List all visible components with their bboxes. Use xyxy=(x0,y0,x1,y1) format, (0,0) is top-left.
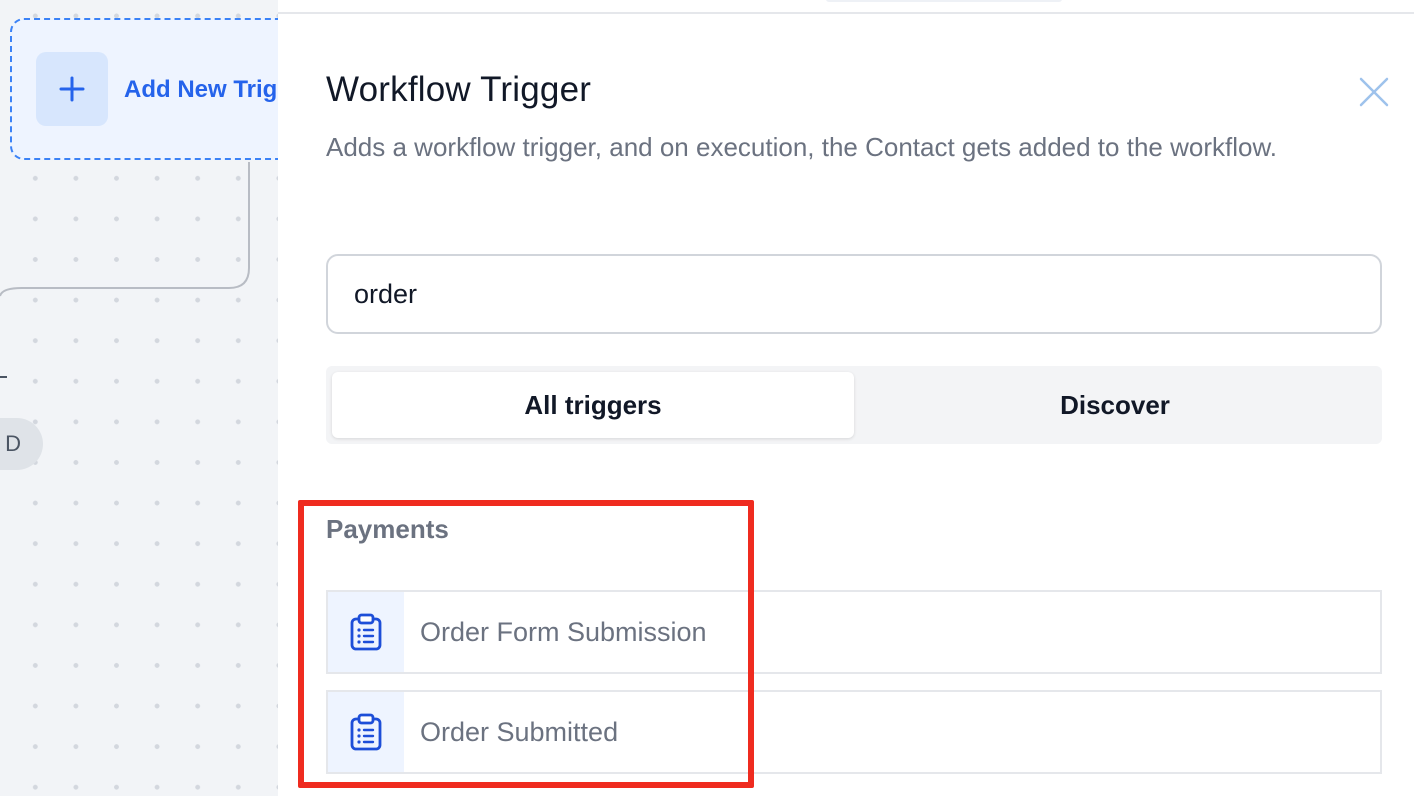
trigger-search-input[interactable] xyxy=(326,254,1382,334)
clipboard-list-icon xyxy=(350,713,382,751)
trigger-tabs: All triggers Discover xyxy=(326,366,1382,444)
clipboard-list-icon xyxy=(350,613,382,651)
trigger-item-order-form-submission[interactable]: Order Form Submission xyxy=(326,590,1382,674)
item-icon-container xyxy=(328,592,404,672)
end-node-label: D xyxy=(5,431,21,456)
close-button[interactable] xyxy=(1354,72,1394,112)
workflow-connector xyxy=(0,162,250,297)
trigger-item-order-submitted[interactable]: Order Submitted xyxy=(326,690,1382,774)
top-divider xyxy=(278,12,1414,14)
canvas-dash xyxy=(0,376,7,378)
top-bar-hint xyxy=(826,0,1062,2)
item-icon-container xyxy=(328,692,404,772)
workflow-trigger-drawer: Workflow Trigger Adds a workflow trigger… xyxy=(278,0,1414,796)
section-heading-payments: Payments xyxy=(326,514,449,544)
tab-all-triggers[interactable]: All triggers xyxy=(332,372,854,438)
app-root: Add New Trig D Workflow Trigger Adds a w… xyxy=(0,0,1414,796)
tab-discover[interactable]: Discover xyxy=(854,372,1376,438)
trigger-item-label: Order Submitted xyxy=(420,717,619,747)
end-node-pill[interactable]: D xyxy=(0,418,43,470)
close-icon[interactable] xyxy=(1359,77,1389,107)
add-trigger-label[interactable]: Add New Trig xyxy=(124,76,277,104)
trigger-item-label: Order Form Submission xyxy=(420,617,707,647)
plus-icon[interactable] xyxy=(36,52,108,126)
workflow-canvas[interactable]: Add New Trig D xyxy=(0,0,300,796)
drawer-title: Workflow Trigger xyxy=(326,70,592,109)
drawer-description: Adds a workflow trigger, and on executio… xyxy=(326,132,1278,162)
